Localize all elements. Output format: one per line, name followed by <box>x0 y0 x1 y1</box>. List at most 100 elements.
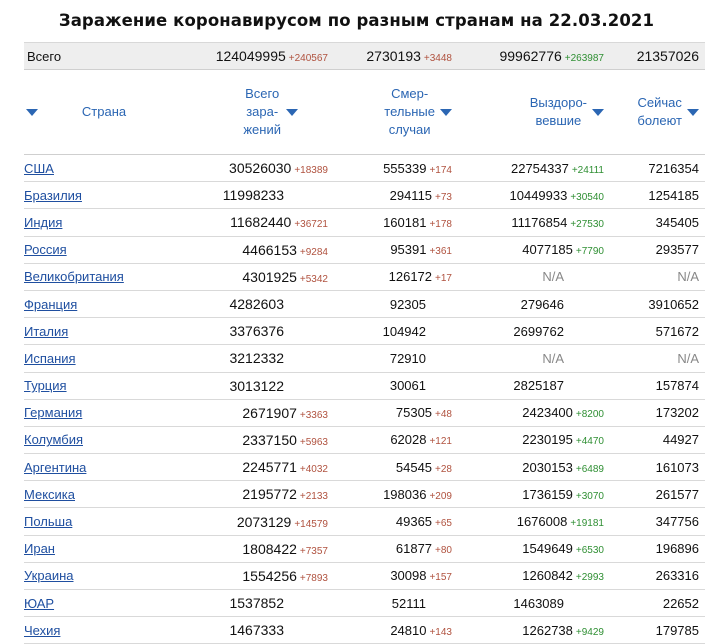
sort-down-icon[interactable] <box>286 108 298 116</box>
table-row: США 30526030 +18389 555339 +174 22754337 +2411… <box>24 154 705 183</box>
country-link[interactable]: Польша <box>24 514 72 529</box>
deaths-increase: +178 <box>429 218 452 230</box>
infected-cell: 2073129 +14579 <box>176 507 334 536</box>
deaths-cell: 24810 +143 <box>334 616 458 644</box>
active-cell: 261577 <box>610 480 705 509</box>
country-link[interactable]: Индия <box>24 215 62 230</box>
active-value: 44927 <box>662 432 699 448</box>
recovered-value: 1549649 <box>522 541 573 557</box>
sort-down-icon[interactable] <box>440 108 452 116</box>
total-active-cell: 21357026 <box>610 42 705 70</box>
infected-increase: +7893 <box>299 572 328 584</box>
active-value: 157874 <box>655 378 699 394</box>
deaths-value: 61877 <box>395 541 433 557</box>
table-row: Россия 4466153 +9284 95391 +361 4077185 +7790 2… <box>24 236 705 264</box>
recovered-cell: 279646 <box>458 290 610 319</box>
deaths-cell: 62028 +121 <box>334 426 458 455</box>
country-link[interactable]: Чехия <box>24 623 60 638</box>
recovered-increase: +9429 <box>575 626 604 638</box>
country-link[interactable]: Турция <box>24 378 67 393</box>
active-cell: 345405 <box>610 208 705 237</box>
header-recovered[interactable]: Выздоро- вевшие <box>458 69 610 155</box>
active-value: 3910652 <box>648 296 699 312</box>
header-deaths[interactable]: Смер- тельные случаи <box>334 69 458 155</box>
infected-value: 4282603 <box>229 296 284 313</box>
active-cell: 173202 <box>610 399 705 427</box>
recovered-increase: +8200 <box>575 409 604 421</box>
recovered-cell: N/A <box>458 344 610 373</box>
table-row: Германия 2671907 +3363 75305 +48 2423400 +8200… <box>24 399 705 427</box>
country-cell: ЮАР <box>24 589 176 618</box>
country-link[interactable]: Колумбия <box>24 432 83 447</box>
infected-cell: 1808422 +7357 <box>176 535 334 563</box>
country-cell: Колумбия <box>24 426 176 455</box>
deaths-cell: 555339 +174 <box>334 154 458 183</box>
total-deaths-increase: +3448 <box>423 53 452 64</box>
deaths-increase: +28 <box>435 463 452 475</box>
infected-value: 11998233 <box>222 187 284 204</box>
country-link[interactable]: Иран <box>24 541 55 556</box>
infected-cell: 3013122 <box>176 372 334 400</box>
recovered-cell: 1736159 +3070 <box>458 480 610 509</box>
infected-increase: +18389 <box>294 165 328 177</box>
recovered-value: 1463089 <box>513 595 564 611</box>
infected-value: 2245771 <box>242 459 297 476</box>
active-value: 196896 <box>655 541 699 557</box>
sort-down-icon[interactable] <box>687 108 699 116</box>
active-value: 173202 <box>655 405 699 421</box>
table-row: Великобритания 4301925 +5342 126172 +17 N/A N/… <box>24 263 705 291</box>
total-recovered: 99962776 <box>499 48 562 64</box>
header-infected-label: Всего зара- жений <box>243 85 281 139</box>
recovered-cell: 2699762 <box>458 317 610 346</box>
total-infected: 124049995 <box>215 48 286 64</box>
country-link[interactable]: ЮАР <box>24 596 54 611</box>
country-link[interactable]: Мексика <box>24 487 75 502</box>
recovered-value: 2423400 <box>522 405 573 421</box>
active-value: 179785 <box>655 622 699 638</box>
country-link[interactable]: Россия <box>24 242 67 257</box>
header-recovered-label: Выздоро- вевшие <box>530 94 587 130</box>
recovered-increase: +6489 <box>575 463 604 475</box>
country-link[interactable]: США <box>24 161 54 176</box>
header-deaths-line: Смер- <box>391 86 429 101</box>
infected-cell: 2245771 +4032 <box>176 453 334 482</box>
country-link[interactable]: Испания <box>24 351 76 366</box>
country-link[interactable]: Бразилия <box>24 188 82 203</box>
recovered-increase: +30540 <box>570 191 604 203</box>
infected-cell: 3212332 <box>176 344 334 373</box>
header-infected[interactable]: Всего зара- жений <box>176 69 334 155</box>
deaths-value: 54545 <box>395 459 433 475</box>
recovered-value: 2825187 <box>513 378 564 394</box>
header-deaths-label: Смер- тельные случаи <box>384 85 435 139</box>
infected-cell: 1554256 +7893 <box>176 562 334 591</box>
recovered-value: 1262738 <box>522 622 573 638</box>
table-row: Украина 1554256 +7893 30098 +157 1260842 +2993… <box>24 562 705 591</box>
infected-value: 3376376 <box>229 323 284 340</box>
infected-cell: 2337150 +5963 <box>176 426 334 455</box>
deaths-cell: 54545 +28 <box>334 453 458 482</box>
country-link[interactable]: Италия <box>24 324 68 339</box>
deaths-increase: +73 <box>435 191 452 203</box>
sort-down-icon[interactable] <box>592 108 604 116</box>
country-link[interactable]: Украина <box>24 568 74 583</box>
deaths-cell: 49365 +65 <box>334 507 458 536</box>
header-infected-line: жений <box>243 122 281 137</box>
deaths-cell: 75305 +48 <box>334 399 458 427</box>
active-cell: 347756 <box>610 507 705 536</box>
sort-down-icon[interactable] <box>26 108 38 116</box>
deaths-value: 126172 <box>388 269 433 285</box>
header-country[interactable]: Страна <box>24 69 176 155</box>
total-infected-cell: 124049995 +240567 <box>176 42 334 70</box>
active-cell: 1254185 <box>610 181 705 210</box>
deaths-value: 30098 <box>390 568 427 584</box>
country-link[interactable]: Франция <box>24 297 77 312</box>
recovered-cell: N/A <box>458 263 610 291</box>
country-link[interactable]: Аргентина <box>24 460 86 475</box>
country-link[interactable]: Великобритания <box>24 269 124 284</box>
deaths-value: 95391 <box>390 242 427 258</box>
country-cell: Мексика <box>24 480 176 509</box>
country-link[interactable]: Германия <box>24 405 82 420</box>
header-row: Страна Всего зара- жений Смер- тельные с… <box>24 69 705 155</box>
header-active[interactable]: Сейчас болеют <box>610 69 705 155</box>
active-value: 161073 <box>655 459 699 475</box>
